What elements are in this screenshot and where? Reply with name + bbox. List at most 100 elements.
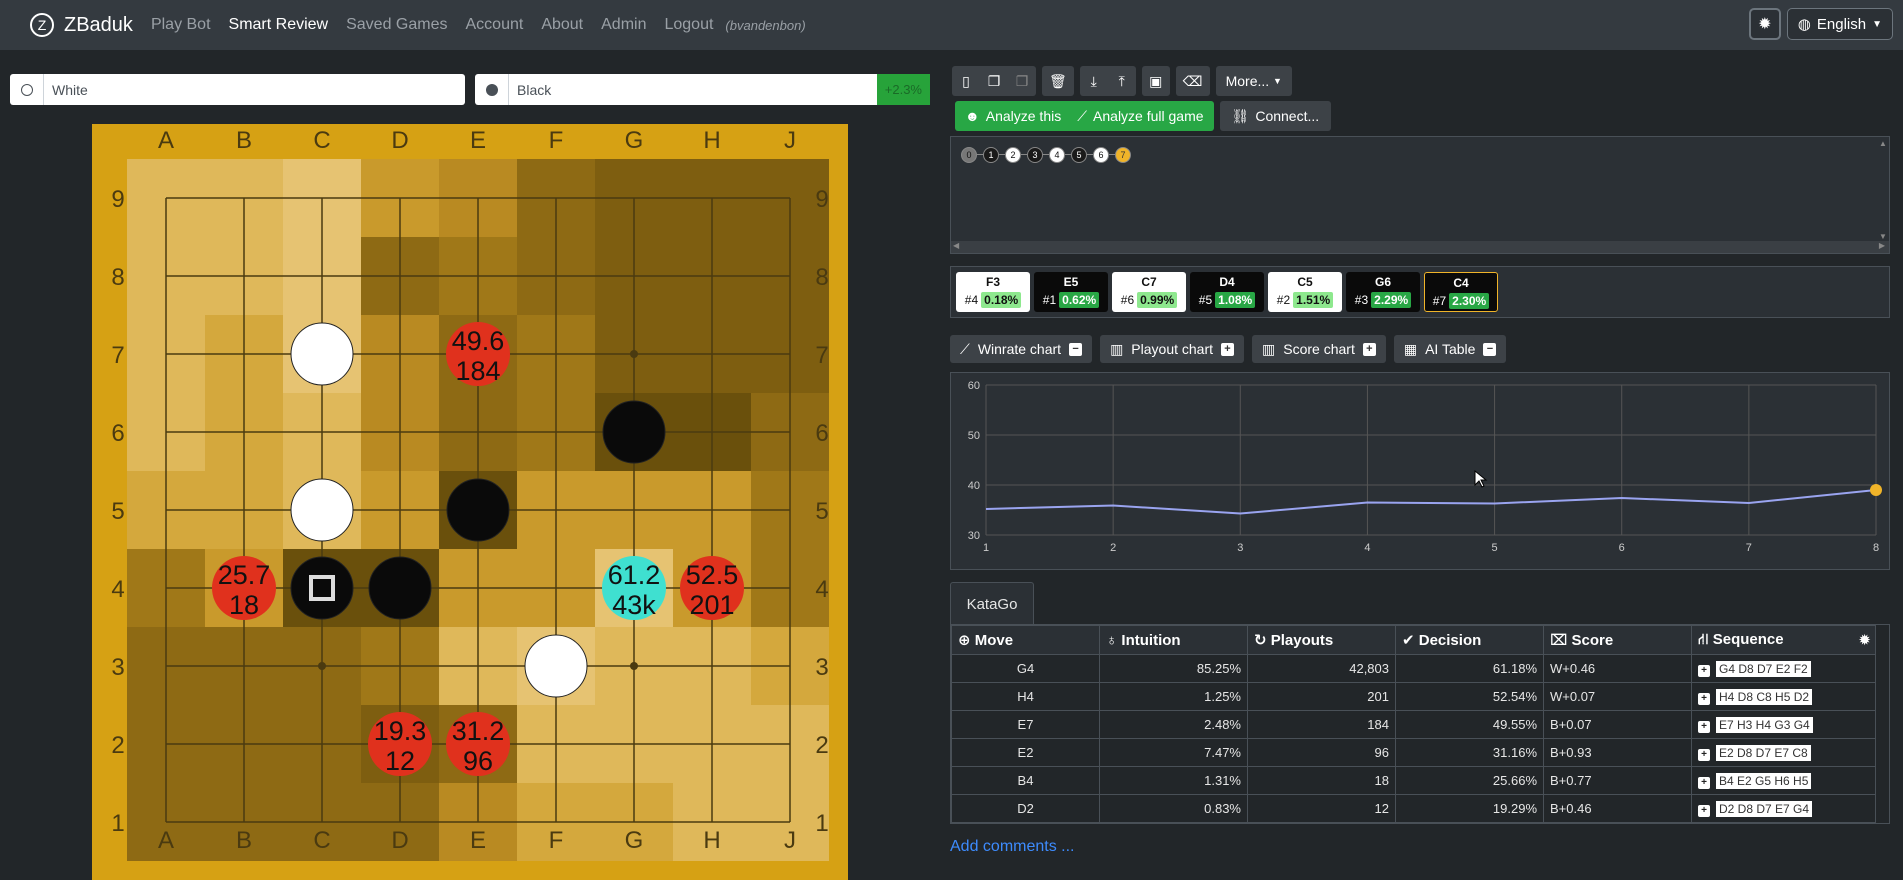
winrate-chart-svg[interactable]: 30 40 50 60 1 2 3 4 5 6 7 8 [951,373,1889,569]
white-player-field[interactable]: White [10,74,465,105]
plus-icon[interactable]: + [1698,692,1710,705]
sequence-text[interactable]: D2 D8 D7 E7 G4 [1716,800,1813,817]
candidate-c7[interactable]: C7 #6 0.99% [1112,272,1186,312]
candidate-e5[interactable]: E5 #1 0.62% [1034,272,1108,312]
add-comments-link[interactable]: Add comments ... [950,838,1075,856]
download-icon[interactable]: ⤓ [1080,66,1108,96]
nav-play-bot[interactable]: Play Bot [151,16,211,34]
table-row[interactable]: E2 7.47% 96 31.16% B+0.93 + E2 D8 D7 E7 C8 [951,738,1876,767]
collapse-icon[interactable]: − [1069,342,1083,356]
more-dropdown[interactable]: More... ▼ [1215,66,1292,96]
column-label: J [784,827,796,854]
ai-table-tab[interactable]: ▦ AI Table − [1393,335,1507,363]
candidate-c4[interactable]: C4 #7 2.30% [1424,272,1498,312]
sequence-text[interactable]: E2 D8 D7 E7 C8 [1716,744,1811,761]
candidate-f3[interactable]: F3 #4 0.18% [956,272,1030,312]
analyze-this-button[interactable]: ☻ Analyze this ⟋ Analyze full game [955,101,1214,131]
nav-about[interactable]: About [541,16,583,34]
move-tree-node[interactable]: 2 [1005,147,1021,163]
sequence-text[interactable]: H4 D8 C8 H5 D2 [1716,688,1813,705]
settings-button[interactable]: ✹ [1748,8,1781,40]
sequence-text[interactable]: G4 D8 D7 E2 F2 [1716,660,1811,677]
candidate-c5[interactable]: C5 #2 1.51% [1268,272,1342,312]
move-tree-node[interactable]: 4 [1049,147,1065,163]
expand-icon[interactable]: + [1362,342,1376,356]
plus-icon[interactable]: + [1698,664,1710,677]
plus-icon[interactable]: + [1698,748,1710,761]
trash-icon[interactable]: 🗑 [1042,66,1074,96]
nav-saved-games[interactable]: Saved Games [346,16,447,34]
table-row[interactable]: G4 85.25% 42,803 61.18% W+0.46 + G4 D8 D7 E2 F… [951,654,1876,683]
header-decision[interactable]: ✔ Decision [1395,625,1544,655]
go-board[interactable]: A A B B C C D D E E F F G G H H J J 9 9 8 8 7 7 6 6 5 5 4 4 3 3 2 2 1 1 49.6… [92,124,848,880]
black-player-input[interactable]: Black [509,82,877,98]
candidate-d4[interactable]: D4 #5 1.08% [1190,272,1264,312]
move-tree-node[interactable]: 6 [1093,147,1109,163]
candidate-pct: 0.62% [1059,292,1100,308]
brand[interactable]: Z ZBaduk [30,13,133,37]
header-score[interactable]: ⌧ Score [1543,625,1692,655]
playout-chart-tab[interactable]: ▥ Playout chart + [1100,335,1245,363]
copy-icon[interactable]: ❐ [980,66,1008,96]
gear-icon[interactable]: ✹ [1858,631,1871,649]
new-file-icon[interactable]: ▯ [952,66,980,96]
nav-admin[interactable]: Admin [601,16,646,34]
row-label: 8 [111,264,124,291]
candidate-pct: 0.18% [981,292,1022,308]
connect-button[interactable]: ⛓ Connect... [1219,101,1332,131]
nav-smart-review[interactable]: Smart Review [229,16,329,34]
move-tree-vscroll[interactable]: ▲ ▼ [1877,137,1889,243]
table-row[interactable]: H4 1.25% 201 52.54% W+0.07 + H4 D8 C8 H5 D2 [951,682,1876,711]
eraser-icon[interactable]: ⌫ [1175,66,1210,96]
expand-icon[interactable]: + [1221,342,1235,356]
winrate-chart[interactable]: 30 40 50 60 1 2 3 4 5 6 7 8 [950,372,1890,570]
collapse-icon[interactable]: − [1483,342,1497,356]
sequence-text[interactable]: E7 H3 H4 G3 G4 [1716,716,1813,733]
cell-decision: 25.66% [1395,766,1544,795]
globe-icon: ◍ [1797,16,1811,33]
candidate-rank: #5 [1198,293,1213,307]
nav-account[interactable]: Account [466,16,524,34]
cell-sequence: + B4 E2 G5 H6 H5 [1691,766,1876,795]
plus-icon[interactable]: + [1698,720,1710,733]
save-icon[interactable]: ▣ [1141,66,1170,96]
plus-icon[interactable]: + [1698,776,1710,789]
table-row[interactable]: B4 1.31% 18 25.66% B+0.77 + B4 E2 G5 H6 H5 [951,766,1876,795]
cell-intuition: 0.83% [1099,794,1248,823]
language-dropdown[interactable]: ◍ English ▼ [1786,8,1893,40]
header-intuition[interactable]: ♁ Intuition [1099,625,1248,655]
upload-icon[interactable]: ⤒ [1108,66,1136,96]
nav-logout[interactable]: Logout [664,16,713,34]
move-tree-node[interactable]: 5 [1071,147,1087,163]
paste-icon[interactable]: ❐ [1008,66,1036,96]
cell-intuition: 85.25% [1099,654,1248,683]
move-tree-node[interactable]: 3 [1027,147,1043,163]
suggestion-visits: 201 [689,590,734,620]
sequence-text[interactable]: B4 E2 G5 H6 H5 [1716,772,1812,789]
move-tree-node[interactable]: 0 [961,147,977,163]
katago-tab[interactable]: KataGo [950,582,1034,625]
candidate-rank: #4 [964,293,979,307]
move-tree-hscroll[interactable]: ◀ ▶ [951,241,1889,253]
white-player-input[interactable]: White [44,82,465,98]
score-chart-tab[interactable]: ▥ Score chart + [1252,335,1386,363]
winrate-chart-tab[interactable]: ⟋ Winrate chart − [950,335,1093,363]
cell-decision: 52.54% [1395,682,1544,711]
board-canvas[interactable]: A A B B C C D D E E F F G G H H J J 9 9 8 8 7 7 6 6 5 5 4 4 3 3 2 2 1 1 49.6… [92,124,848,880]
candidate-g6[interactable]: G6 #3 2.29% [1346,272,1420,312]
black-player-field[interactable]: Black +2.3% [475,74,930,105]
move-tree[interactable]: 01234567 ▲ ▼ ◀ ▶ [950,136,1890,254]
current-move-marker [1870,484,1882,496]
header-sequence[interactable]: ⛙ Sequence ✹ [1691,625,1876,655]
table-row[interactable]: D2 0.83% 12 19.29% B+0.46 + D2 D8 D7 E7 G4 [951,794,1876,823]
header-move[interactable]: ⊕ Move [951,625,1100,655]
cell-intuition: 1.31% [1099,766,1248,795]
suggestion-winrate: 52.5 [686,560,739,590]
header-playouts[interactable]: ↻ Playouts [1247,625,1396,655]
move-tree-node[interactable]: 7 [1115,147,1131,163]
move-tree-node[interactable]: 1 [983,147,999,163]
x-tick-label: 4 [1364,542,1370,554]
table-row[interactable]: E7 2.48% 184 49.55% B+0.07 + E7 H3 H4 G3 G4 [951,710,1876,739]
y-tick-label: 40 [968,480,980,492]
plus-icon[interactable]: + [1698,804,1710,817]
